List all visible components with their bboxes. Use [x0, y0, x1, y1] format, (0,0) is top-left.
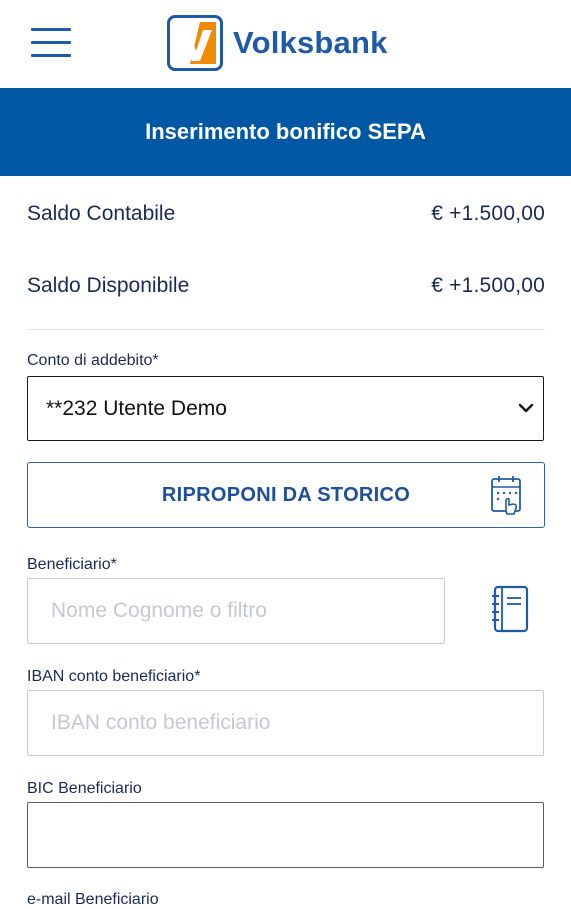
calendar-history-icon — [491, 476, 521, 515]
conto-addebito-label: Conto di addebito* — [27, 352, 159, 369]
iban-input[interactable] — [27, 690, 544, 756]
conto-addebito-value: **232 Utente Demo — [46, 396, 227, 420]
volksbank-logo-mark — [167, 15, 223, 71]
riproponi-da-storico-button[interactable]: RIPROPONI DA STORICO — [27, 462, 545, 528]
top-bar: Volksbank — [0, 0, 571, 88]
address-book-icon[interactable] — [489, 584, 533, 634]
saldo-contabile-value: € +1.500,00 — [431, 202, 545, 225]
conto-addebito-select[interactable]: **232 Utente Demo — [27, 376, 544, 441]
bic-label: BIC Beneficiario — [27, 780, 142, 797]
iban-label: IBAN conto beneficiario* — [27, 668, 201, 685]
logo-text: Volksbank — [233, 25, 388, 60]
saldo-disponibile-value: € +1.500,00 — [431, 274, 545, 297]
page-title: Inserimento bonifico SEPA — [145, 119, 426, 144]
saldo-disponibile-row: Saldo Disponibile € +1.500,00 — [27, 271, 545, 301]
page-title-bar: Inserimento bonifico SEPA — [0, 88, 571, 176]
email-label: e-mail Beneficiario — [27, 891, 159, 908]
saldo-disponibile-label: Saldo Disponibile — [27, 274, 190, 297]
chevron-down-icon — [518, 403, 534, 413]
logo: Volksbank — [167, 15, 388, 71]
hamburger-menu-icon[interactable] — [31, 26, 73, 60]
riproponi-da-storico-label: RIPROPONI DA STORICO — [161, 483, 411, 506]
saldo-contabile-label: Saldo Contabile — [27, 202, 176, 225]
beneficiario-label: Beneficiario* — [27, 556, 117, 573]
divider — [27, 329, 545, 330]
beneficiario-input[interactable] — [27, 578, 445, 644]
bic-input[interactable] — [27, 802, 544, 868]
saldo-contabile-row: Saldo Contabile € +1.500,00 — [27, 199, 545, 229]
